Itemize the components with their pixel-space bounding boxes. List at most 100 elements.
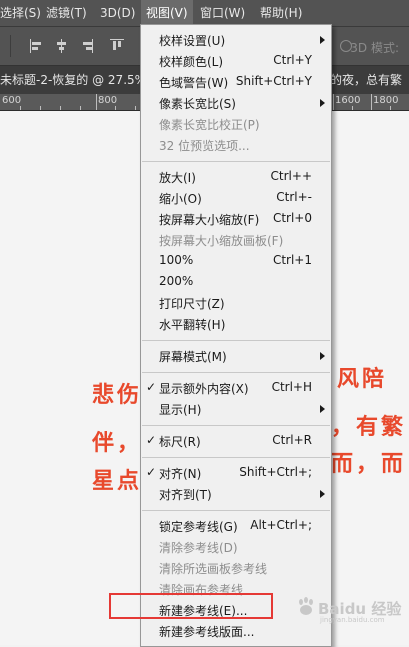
ruler-label: 1600 bbox=[335, 95, 361, 106]
menu-item-label: 校样设置(U) bbox=[159, 34, 226, 48]
view-menu-item[interactable]: ✓ 标尺(R) Ctrl+R bbox=[141, 431, 331, 452]
menu-item-shortcut: Ctrl+0 bbox=[272, 211, 312, 225]
menu-item-label: 32 位预览选项... bbox=[159, 139, 250, 153]
menu-help[interactable]: 帮助(H) bbox=[260, 0, 302, 26]
menu-item-shortcut: Ctrl+H bbox=[271, 380, 312, 394]
menu-separator bbox=[142, 457, 330, 458]
menu-item-label: 对齐到(T) bbox=[159, 488, 212, 502]
menu-item-label: 新建参考线版面... bbox=[159, 625, 255, 639]
submenu-arrow-icon bbox=[320, 352, 325, 360]
canvas-text-line: 悲伤 bbox=[92, 382, 143, 408]
menu-item-label: 水平翻转(H) bbox=[159, 318, 226, 332]
paw-icon bbox=[299, 597, 313, 615]
ruler-label: 800 bbox=[98, 95, 118, 106]
submenu-arrow-icon bbox=[320, 36, 325, 44]
canvas-text-line: 风陪 bbox=[337, 366, 388, 392]
menu-item-label: 屏幕模式(M) bbox=[159, 350, 227, 364]
menu-item-label: 打印尺寸(Z) bbox=[159, 297, 225, 311]
view-menu-item: 像素长宽比校正(P) bbox=[141, 114, 331, 135]
menu-item-label: 显示额外内容(X) bbox=[159, 382, 249, 396]
menu-select[interactable]: 选择(S) bbox=[0, 0, 41, 26]
view-menu-item[interactable]: 200% bbox=[141, 272, 331, 293]
view-menu-item: 按屏幕大小缩放画板(F) bbox=[141, 230, 331, 251]
view-menu-item[interactable]: 校样设置(U) bbox=[141, 30, 331, 51]
menu-item-label: 放大(I) bbox=[159, 171, 196, 185]
view-menu-item[interactable]: 色域警告(W) Shift+Ctrl+Y bbox=[141, 72, 331, 93]
menu-item-label: 清除所选画板参考线 bbox=[159, 562, 268, 576]
view-menu-item[interactable]: 放大(I) Ctrl++ bbox=[141, 167, 331, 188]
view-menu-item[interactable]: 对齐到(T) bbox=[141, 484, 331, 505]
view-menu-item[interactable]: 锁定参考线(G) Alt+Ctrl+; bbox=[141, 516, 331, 537]
view-menu-item[interactable]: 显示(H) bbox=[141, 399, 331, 420]
baidu-watermark: Baidu 经验 jingyan.baidu.com bbox=[296, 595, 409, 629]
menu-view[interactable]: 视图(V) bbox=[141, 0, 193, 26]
menu-item-label: 锁定参考线(G) bbox=[159, 520, 238, 534]
menu-window[interactable]: 窗口(W) bbox=[200, 0, 245, 26]
menu-separator bbox=[142, 372, 330, 373]
align-right-icon[interactable] bbox=[80, 39, 94, 53]
submenu-arrow-icon bbox=[320, 405, 325, 413]
view-menu-item: 32 位预览选项... bbox=[141, 135, 331, 156]
submenu-arrow-icon bbox=[320, 490, 325, 498]
canvas-text-line: 星点 bbox=[92, 468, 143, 494]
view-menu-item[interactable]: ✓ 显示额外内容(X) Ctrl+H bbox=[141, 378, 331, 399]
view-menu-item: 清除参考线(D) bbox=[141, 537, 331, 558]
menu-item-shortcut: Ctrl++ bbox=[270, 169, 312, 183]
canvas-text-line: 而，而 bbox=[331, 451, 407, 477]
view-menu-item[interactable]: 100% Ctrl+1 bbox=[141, 251, 331, 272]
menu-item-shortcut: Ctrl+- bbox=[276, 190, 312, 204]
checkmark-icon: ✓ bbox=[146, 380, 157, 394]
menu-item-label: 显示(H) bbox=[159, 403, 202, 417]
menu-separator bbox=[142, 425, 330, 426]
view-menu-dropdown: 校样设置(U) 校样颜色(L) Ctrl+Y 色域警告(W) Shift+Ctrl+Y 像… bbox=[140, 24, 332, 647]
menu-item-shortcut: Ctrl+1 bbox=[272, 253, 312, 267]
view-menu-item[interactable]: 打印尺寸(Z) bbox=[141, 293, 331, 314]
document-tab[interactable]: 未标题-2-恢复的 @ 27.5% bbox=[0, 66, 146, 94]
ruler-label: 600 bbox=[2, 95, 22, 106]
align-top-icon[interactable] bbox=[110, 39, 124, 53]
menu-item-label: 缩小(O) bbox=[159, 192, 202, 206]
checkmark-icon: ✓ bbox=[146, 433, 157, 447]
checkmark-icon: ✓ bbox=[146, 465, 157, 479]
watermark-url: jingyan.baidu.com bbox=[320, 616, 385, 624]
menu-item-label: 200% bbox=[159, 274, 194, 288]
align-left-icon[interactable] bbox=[30, 39, 44, 53]
menu-separator bbox=[142, 161, 330, 162]
view-menu-item[interactable]: 屏幕模式(M) bbox=[141, 346, 331, 367]
canvas-text-line: 伴， bbox=[92, 430, 143, 456]
menu-item-label: 按屏幕大小缩放(F) bbox=[159, 213, 260, 227]
menu-separator bbox=[142, 510, 330, 511]
menu-item-shortcut: Ctrl+Y bbox=[273, 53, 312, 67]
menu-item-label: 清除参考线(D) bbox=[159, 541, 238, 555]
view-menu-item[interactable]: 按屏幕大小缩放(F) Ctrl+0 bbox=[141, 209, 331, 230]
view-menu-item[interactable]: 水平翻转(H) bbox=[141, 314, 331, 335]
menu-filter[interactable]: 滤镜(T) bbox=[46, 0, 87, 26]
menu-item-label: 对齐(N) bbox=[159, 467, 202, 481]
view-menu-item[interactable]: 缩小(O) Ctrl+- bbox=[141, 188, 331, 209]
menu-item-shortcut: Alt+Ctrl+; bbox=[250, 518, 312, 532]
menu-bar: 选择(S) 滤镜(T) 3D(D) 视图(V) 窗口(W) 帮助(H) bbox=[0, 0, 409, 27]
menu-item-shortcut: Shift+Ctrl+; bbox=[239, 465, 312, 479]
menu-item-label: 100% bbox=[159, 253, 194, 267]
menu-item-label: 像素长宽比(S) bbox=[159, 97, 236, 111]
submenu-arrow-icon bbox=[320, 99, 325, 107]
menu-item-label: 按屏幕大小缩放画板(F) bbox=[159, 234, 284, 248]
menu-item-label: 标尺(R) bbox=[159, 435, 201, 449]
view-menu-item[interactable]: 像素长宽比(S) bbox=[141, 93, 331, 114]
menu-item-label: 色域警告(W) bbox=[159, 76, 229, 90]
menu-item-shortcut: Ctrl+R bbox=[272, 433, 312, 447]
menu-3d[interactable]: 3D(D) bbox=[100, 0, 135, 26]
3d-mode-label: 3D 模式: bbox=[350, 41, 399, 55]
divider bbox=[10, 35, 11, 57]
view-menu-item: 清除所选画板参考线 bbox=[141, 558, 331, 579]
align-center-icon[interactable] bbox=[55, 39, 69, 53]
ruler-label: 1800 bbox=[373, 95, 399, 106]
document-tab-tail: 的夜，总有繁 bbox=[330, 73, 403, 87]
view-menu-item[interactable]: ✓ 对齐(N) Shift+Ctrl+; bbox=[141, 463, 331, 484]
menu-item-shortcut: Shift+Ctrl+Y bbox=[235, 74, 312, 88]
canvas-text-line: ，有繁 bbox=[331, 414, 407, 440]
menu-item-label: 校样颜色(L) bbox=[159, 55, 224, 69]
highlight-box bbox=[109, 593, 273, 619]
view-menu-item[interactable]: 校样颜色(L) Ctrl+Y bbox=[141, 51, 331, 72]
menu-separator bbox=[142, 340, 330, 341]
